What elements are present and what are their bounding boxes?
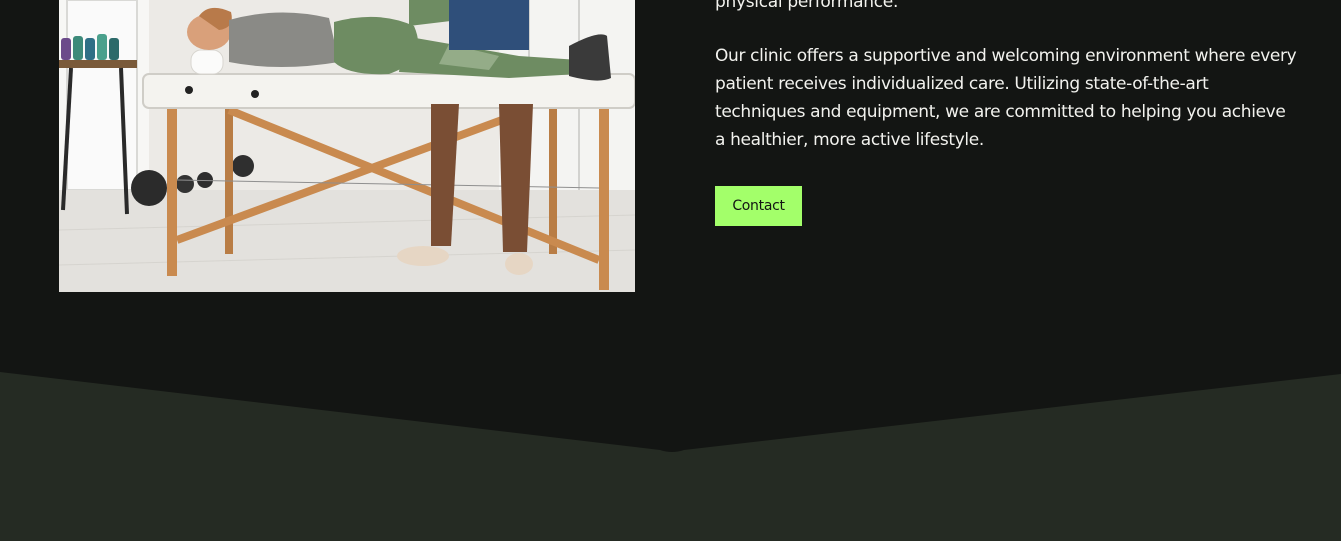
physiotherapy-illustration <box>59 0 635 292</box>
section-divider-band <box>0 372 1341 541</box>
clinic-description: Our clinic offers a supportive and welco… <box>715 46 1297 150</box>
physiotherapy-photo <box>59 0 635 292</box>
page: physical performance. Our clinic offers … <box>0 0 1341 541</box>
contact-button[interactable]: Contact <box>715 186 802 226</box>
previous-paragraph-tail: physical performance. <box>715 0 899 12</box>
